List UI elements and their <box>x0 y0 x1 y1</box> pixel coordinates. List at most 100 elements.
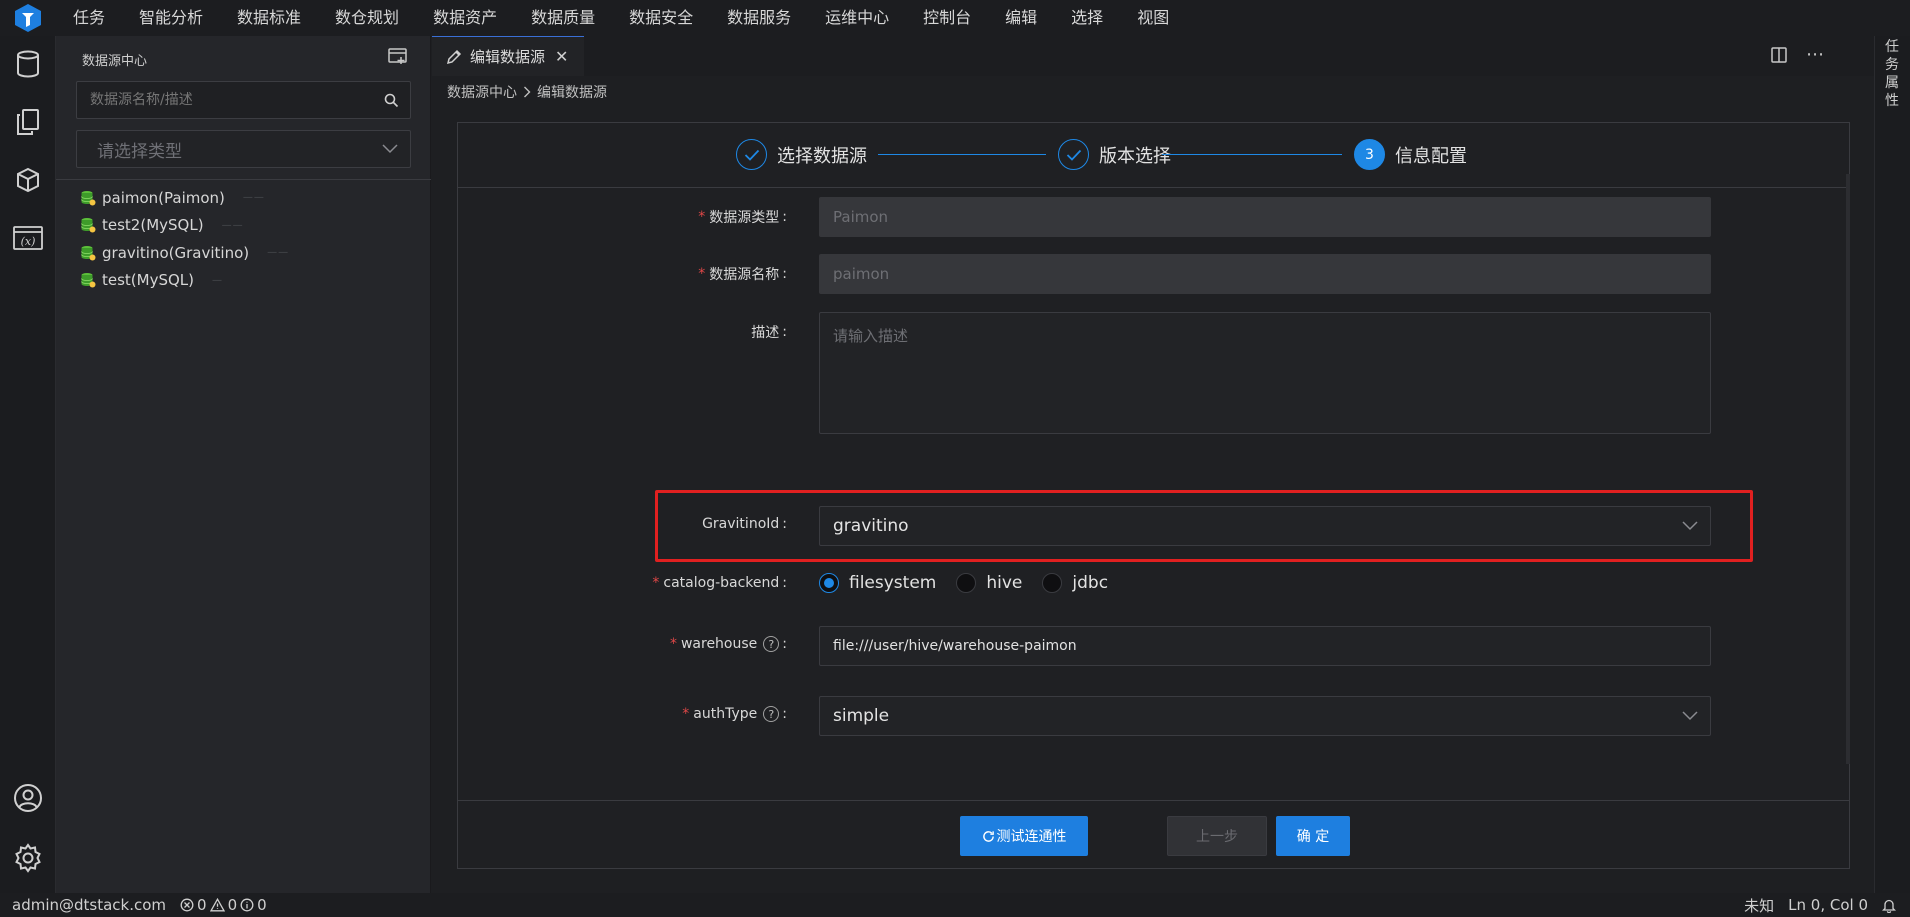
list-item[interactable]: gravitino(Gravitino) —— <box>80 239 289 267</box>
field-label: * warehouse ?: <box>669 636 787 652</box>
radio-hive[interactable]: hive <box>956 573 1022 593</box>
menu-item-security[interactable]: 数据安全 <box>612 0 710 36</box>
menu-item-warehouse[interactable]: 数仓规划 <box>318 0 416 36</box>
sidebar-title: 数据源中心 <box>82 54 148 69</box>
status-bar: admin@dtstack.com 0 0 0 未知 Ln 0, Col 0 <box>0 893 1910 917</box>
radio-button[interactable] <box>1042 573 1063 593</box>
search-icon[interactable] <box>372 93 410 108</box>
radio-jdbc[interactable]: jdbc <box>1042 573 1108 593</box>
datasource-db-icon <box>81 218 96 233</box>
breadcrumb-root[interactable]: 数据源中心 <box>447 82 517 102</box>
status-user[interactable]: admin@dtstack.com <box>12 896 166 914</box>
menu-item-task[interactable]: 任务 <box>56 0 122 36</box>
menu-item-service[interactable]: 数据服务 <box>710 0 808 36</box>
list-item[interactable]: test2(MySQL) —— <box>80 212 289 240</box>
svg-text:(x): (x) <box>21 235 36 248</box>
select-value: gravitino <box>833 516 909 536</box>
menu-item-select[interactable]: 选择 <box>1054 0 1120 36</box>
tree-item-connector: —— <box>242 192 265 204</box>
step-label: 版本选择 <box>1099 145 1171 167</box>
datasource-db-icon <box>81 190 96 206</box>
tree-item-connector: —— <box>221 219 244 231</box>
chevron-down-icon <box>1682 711 1698 721</box>
help-icon[interactable]: ? <box>763 706 780 722</box>
task-properties-tab[interactable]: 任务属性 <box>1885 38 1901 110</box>
menu-item-quality[interactable]: 数据质量 <box>514 0 612 36</box>
prev-step-button[interactable]: 上一步 <box>1167 816 1267 856</box>
more-actions-icon[interactable]: ⋯ <box>1806 46 1824 64</box>
field-label: * catalog-backend: <box>652 575 787 591</box>
menu-item-view[interactable]: 视图 <box>1120 0 1186 36</box>
warehouse-input[interactable]: file:///user/hive/warehouse-paimon <box>819 626 1711 666</box>
database-icon[interactable] <box>12 48 44 80</box>
chevron-down-icon <box>1682 521 1698 531</box>
menu-item-asset[interactable]: 数据资产 <box>416 0 514 36</box>
confirm-button[interactable]: 确 定 <box>1276 816 1350 856</box>
menu-item-standard[interactable]: 数据标准 <box>220 0 318 36</box>
close-icon[interactable]: ✕ <box>555 47 568 66</box>
datasource-search <box>76 81 411 119</box>
auth-type-select[interactable]: simple <box>819 696 1711 736</box>
radio-button[interactable] <box>819 573 839 593</box>
catalog-backend-radio-group: filesystem hive jdbc <box>819 573 1128 593</box>
list-item[interactable]: paimon(Paimon) —— <box>80 184 289 212</box>
menu-item-analysis[interactable]: 智能分析 <box>122 0 220 36</box>
select-value: simple <box>833 706 890 726</box>
status-problems[interactable]: 0 0 0 <box>180 896 267 914</box>
step-info-config: 3 信息配置 <box>1354 139 1467 170</box>
tab-bar: 编辑数据源 ✕ ⋯ <box>432 36 1874 76</box>
app-logo-icon[interactable] <box>0 0 56 36</box>
required-mark: * <box>682 706 690 722</box>
step-connector <box>878 154 1046 155</box>
tab-edit-datasource[interactable]: 编辑数据源 ✕ <box>432 36 584 76</box>
step-label: 信息配置 <box>1395 145 1467 167</box>
type-select[interactable]: 请选择类型 <box>76 130 411 168</box>
datasource-name-field: paimon <box>819 254 1711 294</box>
test-connection-button[interactable]: 测试连通性 <box>960 816 1088 856</box>
menu-item-console[interactable]: 控制台 <box>906 0 988 36</box>
datasource-sidebar: 数据源中心 请选择类型 paimon(Paimon) —— test2(MySQ… <box>56 36 431 893</box>
notification-bell-icon[interactable] <box>1882 898 1896 913</box>
tree-item-label: gravitino(Gravitino) <box>102 243 250 262</box>
function-variable-icon[interactable]: (x) <box>12 222 44 254</box>
breadcrumb: 数据源中心 编辑数据源 <box>447 82 607 102</box>
field-label: GravitinoId: <box>702 516 787 532</box>
help-icon[interactable]: ? <box>763 636 780 652</box>
gravitino-id-select[interactable]: gravitino <box>819 506 1711 546</box>
type-select-placeholder: 请选择类型 <box>97 141 182 162</box>
sidebar-divider <box>56 179 431 180</box>
search-input[interactable] <box>77 82 372 118</box>
refresh-icon <box>982 830 994 842</box>
check-icon <box>736 139 767 170</box>
list-item[interactable]: test(MySQL) — <box>80 267 289 295</box>
step-number: 3 <box>1354 139 1385 170</box>
scrollbar[interactable] <box>1846 174 1850 764</box>
menu-item-edit[interactable]: 编辑 <box>988 0 1054 36</box>
info-icon <box>240 898 254 912</box>
datasource-tree: paimon(Paimon) —— test2(MySQL) —— gravit… <box>80 184 289 294</box>
chevron-right-icon <box>524 86 531 98</box>
datasource-db-icon <box>81 245 96 261</box>
status-cursor-position[interactable]: Ln 0, Col 0 <box>1788 896 1868 914</box>
cube-icon[interactable] <box>12 164 44 196</box>
datasource-db-icon <box>81 273 96 288</box>
datasource-form-panel: 选择数据源 版本选择 3 信息配置 * 数据源类型: Paimon * 数据源名… <box>457 122 1850 869</box>
radio-filesystem[interactable]: filesystem <box>819 573 936 593</box>
menu-item-ops[interactable]: 运维中心 <box>808 0 906 36</box>
step-indicator: 选择数据源 版本选择 3 信息配置 <box>458 123 1849 188</box>
radio-button[interactable] <box>956 573 977 593</box>
required-mark: * <box>698 209 706 225</box>
user-avatar-icon[interactable] <box>12 782 44 814</box>
error-icon <box>180 898 194 912</box>
tab-actions: ⋯ <box>1770 46 1824 64</box>
description-textarea[interactable]: 请输入描述 <box>819 312 1711 434</box>
split-editor-icon[interactable] <box>1770 46 1788 64</box>
field-label: * authType ?: <box>682 706 787 722</box>
tree-item-label: test(MySQL) <box>102 271 195 290</box>
settings-gear-icon[interactable] <box>12 842 44 874</box>
status-language[interactable]: 未知 <box>1744 895 1774 916</box>
right-panel-strip: 任务属性 <box>1874 36 1910 893</box>
copy-files-icon[interactable] <box>12 106 44 138</box>
chevron-down-icon <box>382 144 398 154</box>
add-datasource-icon[interactable] <box>388 48 408 66</box>
